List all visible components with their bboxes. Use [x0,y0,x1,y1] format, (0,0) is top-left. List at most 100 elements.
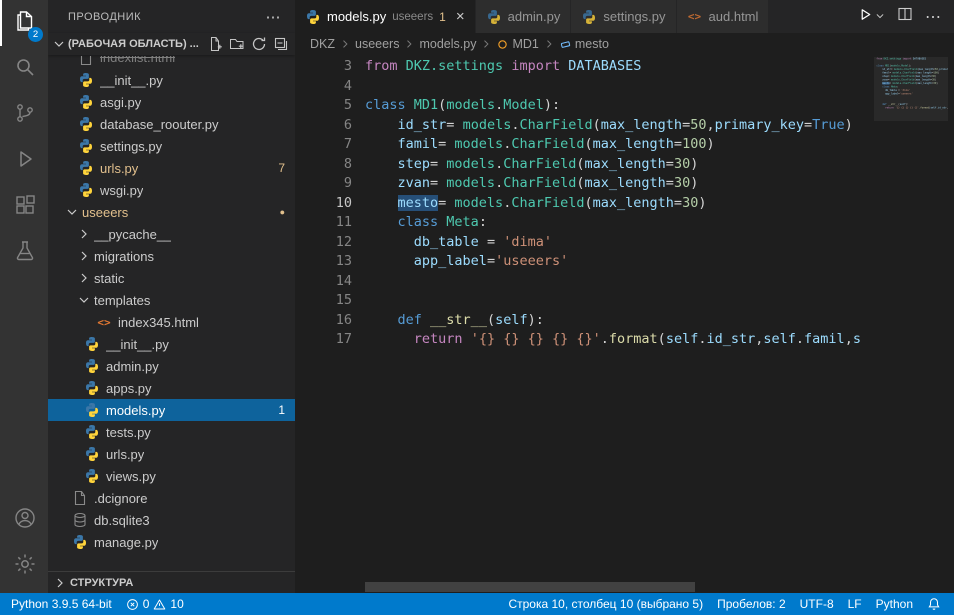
code-text: step= models.CharField(max_length=30) [352,155,698,175]
tree-item-manage.py[interactable]: manage.py [48,531,295,553]
line-number[interactable]: 8 [295,155,352,175]
breadcrumb-separator-icon [339,38,351,50]
line-number[interactable]: 9 [295,174,352,194]
tree-item-useeers[interactable]: useeers● [48,201,295,223]
status-problems[interactable]: 010 [119,593,191,615]
more-actions-icon[interactable]: ⋯ [266,8,282,26]
tree-item-templates[interactable]: templates [48,289,295,311]
code-text [352,77,365,97]
tree-item-database_roouter.py[interactable]: database_roouter.py [48,113,295,135]
status-label: Строка 10, столбец 10 (выбрано 5) [508,597,703,611]
tree-item-.dcignore[interactable]: .dcignore [48,487,295,509]
status-bar-left: Python 3.9.5 64-bit010 [4,593,191,615]
tree-item-__init__.py[interactable]: __init__.py [48,69,295,91]
activity-item-settings[interactable] [0,543,48,589]
more-actions-button[interactable]: ⋯ [925,7,942,27]
tab-models.py[interactable]: models.pyuseeers1× [295,0,476,33]
line-number[interactable]: 4 [295,77,352,97]
breadcrumb-DKZ[interactable]: DKZ [310,37,335,51]
line-number[interactable]: 7 [295,135,352,155]
new-file-icon[interactable] [206,36,223,53]
tree-item-label: useeers [82,205,128,220]
python-icon [78,72,94,88]
tab-settings.py[interactable]: settings.py [571,0,676,33]
chevron-down-small-icon [875,8,885,26]
status-label: LF [848,597,862,611]
activity-item-testing[interactable] [0,230,48,276]
collapse-all-icon[interactable] [272,36,289,53]
status-python-interpreter[interactable]: Python 3.9.5 64-bit [4,593,119,615]
code-line-16: 16 def __str__(self): [295,311,870,331]
python-icon [84,424,100,440]
tree-item-db.sqlite3[interactable]: db.sqlite3 [48,509,295,531]
activity-item-account[interactable] [0,497,48,543]
horizontal-scrollbar[interactable] [365,582,695,592]
code-line-6: 6 id_str= models.CharField(max_length=50… [295,116,870,136]
minimap[interactable]: from DKZ.settings import DATABASESclass … [874,57,948,579]
breadcrumb-mesto[interactable]: mesto [559,37,609,51]
tree-item-tests.py[interactable]: tests.py [48,421,295,443]
line-number[interactable]: 3 [295,57,352,77]
extensions-icon [13,193,37,222]
line-number[interactable]: 5 [295,96,352,116]
code-area[interactable]: 3from DKZ.settings import DATABASES45cla… [295,57,870,593]
line-number[interactable]: 14 [295,272,352,292]
line-number[interactable]: 6 [295,116,352,136]
tree-item-label: views.py [106,469,156,484]
status-cursor-position[interactable]: Строка 10, столбец 10 (выбрано 5) [501,593,710,615]
activity-item-source-control[interactable] [0,92,48,138]
chevron-right-icon [52,575,68,591]
tree-item-asgi.py[interactable]: asgi.py [48,91,295,113]
tree-item-label: tests.py [106,425,151,440]
tree-item-settings.py[interactable]: settings.py [48,135,295,157]
refresh-icon[interactable] [250,36,267,53]
outline-section-header[interactable]: СТРУКТУРА [48,571,295,593]
tab-aud.html[interactable]: <>aud.html [677,0,770,33]
tree-item-models.py[interactable]: models.py1 [48,399,295,421]
workspace-section-header[interactable]: (РАБОЧАЯ ОБЛАСТЬ) ... [48,33,295,55]
tab-admin.py[interactable]: admin.py [476,0,572,33]
tree-item-urls.py[interactable]: urls.py [48,443,295,465]
tree-item-index345.html[interactable]: <>index345.html [48,311,295,333]
new-folder-icon[interactable] [228,36,245,53]
line-number[interactable]: 11 [295,213,352,233]
tree-item-__init__.py[interactable]: __init__.py [48,333,295,355]
line-number[interactable]: 17 [295,330,352,350]
code-text: zvan= models.CharField(max_length=30) [352,174,698,194]
activity-item-explorer[interactable]: 2 [0,0,48,46]
activity-item-run-debug[interactable] [0,138,48,184]
status-language-mode[interactable]: Python [869,593,920,615]
breadcrumb-MD1[interactable]: MD1 [496,37,538,51]
status-indentation[interactable]: Пробелов: 2 [710,593,793,615]
line-number[interactable]: 12 [295,233,352,253]
close-icon[interactable]: × [456,9,465,24]
line-number[interactable]: 10 [295,194,352,214]
activity-item-extensions[interactable] [0,184,48,230]
activity-item-search[interactable] [0,46,48,92]
code-text: id_str= models.CharField(max_length=50,p… [352,116,853,136]
tree-item-indexlist.html[interactable]: indexlist.html [48,56,295,69]
tree-item-static[interactable]: static [48,267,295,289]
code-editor[interactable]: 3from DKZ.settings import DATABASES45cla… [295,55,954,593]
line-number[interactable]: 16 [295,311,352,331]
tree-item-urls.py[interactable]: urls.py7 [48,157,295,179]
line-number[interactable]: 13 [295,252,352,272]
breadcrumb-models.py[interactable]: models.py [419,37,476,51]
tree-item-apps.py[interactable]: apps.py [48,377,295,399]
status-notifications[interactable] [920,593,948,615]
tree-item-label: migrations [94,249,154,264]
tree-item-wsgi.py[interactable]: wsgi.py [48,179,295,201]
breadcrumb-useeers[interactable]: useeers [355,37,399,51]
tree-item-views.py[interactable]: views.py [48,465,295,487]
tree-item-__pycache__[interactable]: __pycache__ [48,223,295,245]
python-icon [84,468,100,484]
line-number[interactable]: 15 [295,291,352,311]
tree-item-admin.py[interactable]: admin.py [48,355,295,377]
run-python-file-button[interactable] [858,7,885,27]
split-editor-button[interactable] [897,6,913,27]
sidebar-header: ПРОВОДНИК ⋯ [48,0,295,33]
status-eol[interactable]: LF [841,593,869,615]
tree-item-migrations[interactable]: migrations [48,245,295,267]
tree-item-label: __pycache__ [94,227,171,242]
status-encoding[interactable]: UTF-8 [793,593,841,615]
